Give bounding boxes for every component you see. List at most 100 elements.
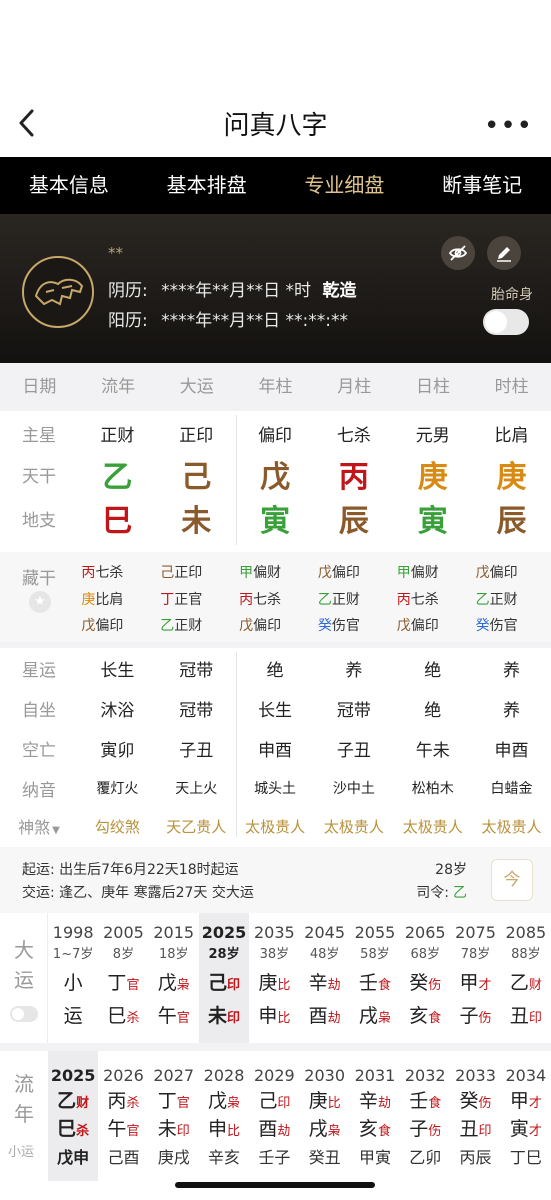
canggan-gan: 庚 xyxy=(81,591,96,608)
dayun-item[interactable]: 2045 48岁 辛劫 酉劫 xyxy=(300,913,350,1043)
shensha-cell[interactable]: 太极贵人 xyxy=(236,816,315,837)
canggan-shishen: 正财 xyxy=(174,618,203,634)
dayun-toggle[interactable] xyxy=(10,1006,38,1022)
liunian-item[interactable]: 2026 丙杀 午官 己酉 xyxy=(98,1051,148,1181)
xiaoyun-value: 辛亥 xyxy=(208,1148,241,1167)
dayun-zhi: 酉劫 xyxy=(300,1001,350,1028)
dayun-item[interactable]: 2025 28岁 己印 未印 xyxy=(198,913,250,1043)
solar-value: ****年**月**日 **:**:** xyxy=(161,311,348,331)
xiaoyun-value: 乙卯 xyxy=(409,1148,442,1167)
dayun-item[interactable]: 2065 68岁 癸伤 亥食 xyxy=(400,913,450,1043)
gender-badge: 乾造 xyxy=(322,281,357,301)
shensha-cell[interactable]: 天乙贵人 xyxy=(157,816,236,837)
shishen-tag: 比 xyxy=(277,978,291,993)
nav-bar: 问真八字 ••• xyxy=(0,95,551,155)
canggan-item: 丙七杀 xyxy=(239,587,319,614)
shishen-tag: 印 xyxy=(227,978,241,993)
liunian-item[interactable]: 2032 壬食 子伤 乙卯 xyxy=(400,1051,450,1181)
canggan-item: 乙正财 xyxy=(160,613,240,640)
canggan-shishen: 偏印 xyxy=(253,618,282,634)
qiyun-label: 起运: xyxy=(22,862,55,878)
dizhi-cell: 寅 xyxy=(417,504,448,539)
lunar-label: 阴历: xyxy=(108,281,148,301)
canggan-gan: 戊 xyxy=(81,618,96,634)
shensha-cell[interactable]: 勾绞煞 xyxy=(78,816,157,837)
shishen-tag: 食 xyxy=(428,1011,442,1026)
xiaoyun-value: 己酉 xyxy=(107,1148,140,1167)
taimingshen-toggle[interactable] xyxy=(483,309,529,335)
xiaoyun-value: 丁巳 xyxy=(509,1148,542,1167)
tab-basic-info[interactable]: 基本信息 xyxy=(0,157,138,214)
dayun-item[interactable]: 2015 18岁 戊枭 午官 xyxy=(149,913,199,1043)
ganzhi-char: 亥 xyxy=(409,1005,429,1027)
dayun-item[interactable]: 2005 8岁 丁官 巳杀 xyxy=(98,913,148,1043)
canggan-gan: 戊 xyxy=(396,618,411,634)
star-icon[interactable]: ★ xyxy=(29,591,51,613)
detail-cell: 冠带 xyxy=(336,700,371,721)
ganzhi-char: 子 xyxy=(409,1118,429,1140)
dayun-gan: 壬食 xyxy=(350,968,400,995)
ganzhi-char: 亥 xyxy=(358,1118,378,1140)
tab-pro-chart[interactable]: 专业细盘 xyxy=(276,157,414,214)
canggan-gan: 丁 xyxy=(160,591,175,608)
col-month-pillar: 月柱 xyxy=(337,377,372,397)
liunian-item[interactable]: 2027 丁官 未印 庚戌 xyxy=(149,1051,199,1181)
liunian-year: 2025 xyxy=(50,1066,96,1085)
avatar[interactable] xyxy=(22,256,94,328)
shensha-cell[interactable]: 太极贵人 xyxy=(393,816,472,837)
dayun-item[interactable]: 2075 78岁 甲才 子伤 xyxy=(450,913,500,1043)
dayun-item[interactable]: 2035 38岁 庚比 申比 xyxy=(249,913,299,1043)
liunian-item[interactable]: 2025 乙财 巳杀 戊申 xyxy=(48,1051,99,1181)
canggan-shishen: 偏印 xyxy=(331,565,360,581)
row-label: 主星 xyxy=(22,425,56,446)
dayun-item[interactable]: 1998 1~7岁小运 xyxy=(48,913,98,1043)
canggan-gan: 甲 xyxy=(396,565,411,581)
dayun-zhi: 丑印 xyxy=(501,1001,551,1028)
shishen-tag: 劫 xyxy=(327,978,341,993)
liunian-year: 2031 xyxy=(354,1066,396,1085)
liunian-item[interactable]: 2029 己印 酉劫 壬子 xyxy=(249,1051,299,1181)
hide-button[interactable] xyxy=(441,236,475,270)
detail-cell: 绝 xyxy=(266,660,284,681)
canggan-col: 戊偏印 乙正财 癸伤官 xyxy=(318,560,398,640)
dayun-gan: 辛劫 xyxy=(300,968,350,995)
dayun-age: 58岁 xyxy=(360,947,390,962)
detail-row: 自坐 沐浴 冠带 长生 冠带 绝 养 xyxy=(0,692,551,724)
tab-basic-chart[interactable]: 基本排盘 xyxy=(138,157,276,214)
dayun-zhi: 亥食 xyxy=(400,1001,450,1028)
row-label: 星运 xyxy=(22,660,56,681)
liunian-item[interactable]: 2031 辛劫 亥食 甲寅 xyxy=(350,1051,400,1181)
liunian-item[interactable]: 2034 甲才 寅才 丁巳 xyxy=(501,1051,551,1181)
caret-down-icon: ▼ xyxy=(52,825,60,836)
ganzhi-char: 未 xyxy=(208,1005,228,1027)
siling-label: 司令: xyxy=(416,885,449,901)
liunian-zhi: 戌枭 xyxy=(300,1114,350,1141)
dayun-item[interactable]: 2055 58岁 壬食 戌枭 xyxy=(350,913,400,1043)
shensha-cell[interactable]: 太极贵人 xyxy=(314,816,393,837)
more-options-icon[interactable]: ••• xyxy=(484,111,533,141)
ganzhi-char: 丙 xyxy=(107,1090,127,1112)
tiangan-cell: 丙 xyxy=(338,460,369,495)
edit-button[interactable] xyxy=(487,236,521,270)
canggan-shishen: 偏财 xyxy=(253,565,282,581)
shishen-tag: 劫 xyxy=(277,1124,291,1139)
liunian-item[interactable]: 2030 庚比 戌枭 癸丑 xyxy=(300,1051,350,1181)
xiaoyun-value: 庚戌 xyxy=(157,1148,190,1167)
today-button[interactable]: 今 xyxy=(491,859,533,901)
dayun-item[interactable]: 2085 88岁 乙财 丑印 xyxy=(501,913,551,1043)
ganzhi-char: 酉 xyxy=(308,1005,328,1027)
shensha-toggle[interactable]: 神煞 ▼ xyxy=(0,814,78,838)
tab-notes[interactable]: 断事笔记 xyxy=(413,157,551,214)
ganzhi-char: 戌 xyxy=(308,1118,328,1140)
dayun-age: 1~7岁 xyxy=(52,947,94,962)
canggan-item: 己正印 xyxy=(160,560,240,587)
liunian-item[interactable]: 2033 癸伤 丑印 丙辰 xyxy=(450,1051,500,1181)
liunian-item[interactable]: 2028 戊枭 申比 辛亥 xyxy=(199,1051,249,1181)
canggan-shishen: 伤官 xyxy=(331,618,360,634)
canggan-gan: 乙 xyxy=(160,618,175,634)
dizhi-cell: 未 xyxy=(181,504,212,539)
pencil-icon xyxy=(497,247,511,262)
shensha-cell[interactable]: 太极贵人 xyxy=(472,816,551,837)
shishen-tag: 官 xyxy=(126,1124,140,1139)
detail-cell: 绝 xyxy=(424,700,442,721)
